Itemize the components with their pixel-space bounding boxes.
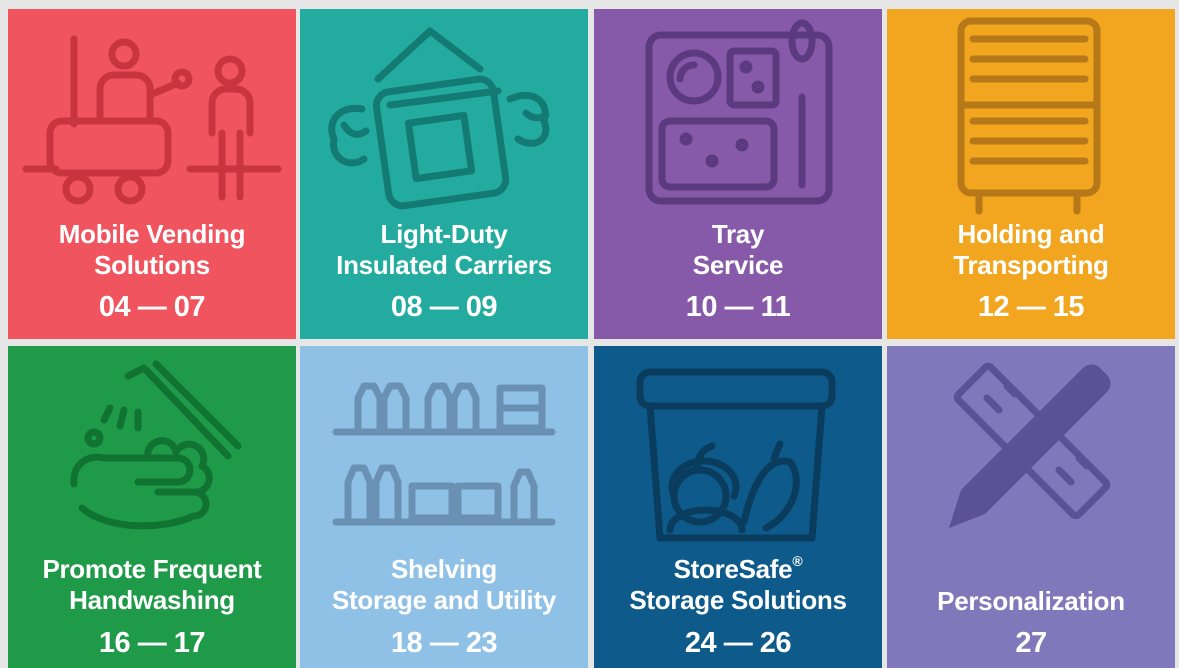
section-title-line1: StoreSafe® [594,554,882,585]
section-title-line1: Personalization [937,586,1125,616]
tile-tray-service[interactable]: Tray Service 10 — 11 [594,9,882,339]
meal-tray-icon [594,9,882,219]
tile-storesafe[interactable]: StoreSafe® Storage Solutions 24 — 26 [594,346,882,668]
section-pages: 10 — 11 [685,291,791,323]
section-title-line2: Storage Solutions [629,585,847,615]
section-title-line1: Shelving [391,554,497,584]
section-title-line2: Storage and Utility [332,585,556,615]
section-pages: 18 — 23 [390,627,498,659]
shelving-icon [300,346,588,556]
section-title-line1: Tray [711,219,765,249]
registered-mark: ® [792,553,803,569]
section-title: Personalization [887,586,1175,617]
section-title-line2: Service [692,250,784,280]
section-title-line2: Solutions [94,250,210,280]
tile-handwashing[interactable]: Promote Frequent Handwashing 16 — 17 [8,346,296,668]
insulated-carrier-icon [300,9,588,219]
handwashing-icon [8,346,296,556]
catalog-sections-grid: Mobile Vending Solutions 04 — 07 Light-D… [0,0,1179,668]
tile-shelving[interactable]: Shelving Storage and Utility 18 — 23 [300,346,588,668]
section-title: StoreSafe® Storage Solutions [594,554,882,616]
vending-cart-icon [8,9,296,219]
section-title-line2: Insulated Carriers [336,250,552,280]
tile-personalization[interactable]: Personalization 27 [887,346,1175,668]
storesafe-brand: StoreSafe [673,554,793,584]
tile-holding-transporting[interactable]: Holding and Transporting 12 — 15 [887,9,1175,339]
section-pages: 04 — 07 [98,291,206,323]
section-title-line1: Light-Duty [380,219,508,249]
holding-cabinet-icon [887,9,1175,219]
section-title-line1: Mobile Vending [58,219,246,249]
section-title: Mobile Vending Solutions [8,219,296,281]
section-title: Promote Frequent Handwashing [8,554,296,616]
tile-insulated-carriers[interactable]: Light-Duty Insulated Carriers 08 — 09 [300,9,588,339]
section-title-line2: Handwashing [69,585,235,615]
section-title: Light-Duty Insulated Carriers [300,219,588,281]
section-title-line1: Holding and [957,219,1105,249]
pencil-ruler-icon [887,346,1175,556]
section-pages: 27 [1015,627,1047,659]
section-title-line2: Transporting [953,250,1109,280]
section-title: Shelving Storage and Utility [300,554,588,616]
section-title-line1: Promote Frequent [42,554,262,584]
section-title: Tray Service [594,219,882,281]
section-pages: 08 — 09 [390,291,498,323]
section-pages: 12 — 15 [977,291,1085,323]
section-pages: 24 — 26 [684,627,792,659]
section-title: Holding and Transporting [887,219,1175,281]
storage-container-icon [594,346,882,556]
tile-mobile-vending[interactable]: Mobile Vending Solutions 04 — 07 [8,9,296,339]
section-pages: 16 — 17 [98,627,206,659]
